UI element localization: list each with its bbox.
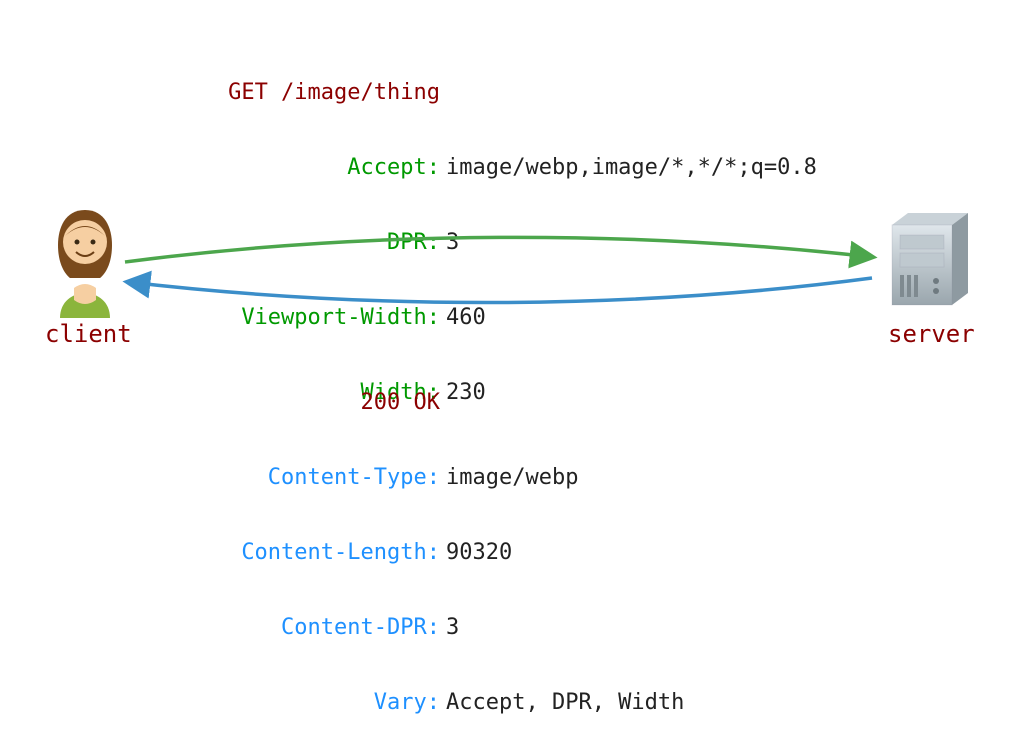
response-block: 200 OK Content-Type: image/webp Content-…	[150, 340, 850, 740]
response-header-name-content-type: Content-Type:	[150, 465, 446, 490]
response-line: 200 OK	[150, 390, 446, 415]
client-icon	[40, 200, 130, 320]
arrows	[120, 232, 880, 304]
request-line: GET /image/thing	[150, 80, 446, 105]
response-header-value-content-dpr: 3	[446, 615, 459, 640]
response-header-value-vary: Accept, DPR, Width	[446, 690, 684, 715]
server-icon	[880, 205, 980, 315]
response-header-name-content-dpr: Content-DPR:	[150, 615, 446, 640]
response-header-name-content-length: Content-Length:	[150, 540, 446, 565]
response-header-name-vary: Vary:	[150, 690, 446, 715]
request-header-value-accept: image/webp,image/*,*/*;q=0.8	[446, 155, 817, 180]
response-arrow	[128, 278, 872, 303]
response-header-value-content-length: 90320	[446, 540, 512, 565]
request-arrow	[125, 237, 872, 262]
client-label: client	[45, 320, 132, 348]
server-label: server	[888, 320, 975, 348]
response-header-value-content-type: image/webp	[446, 465, 578, 490]
request-header-name-accept: Accept:	[150, 155, 446, 180]
